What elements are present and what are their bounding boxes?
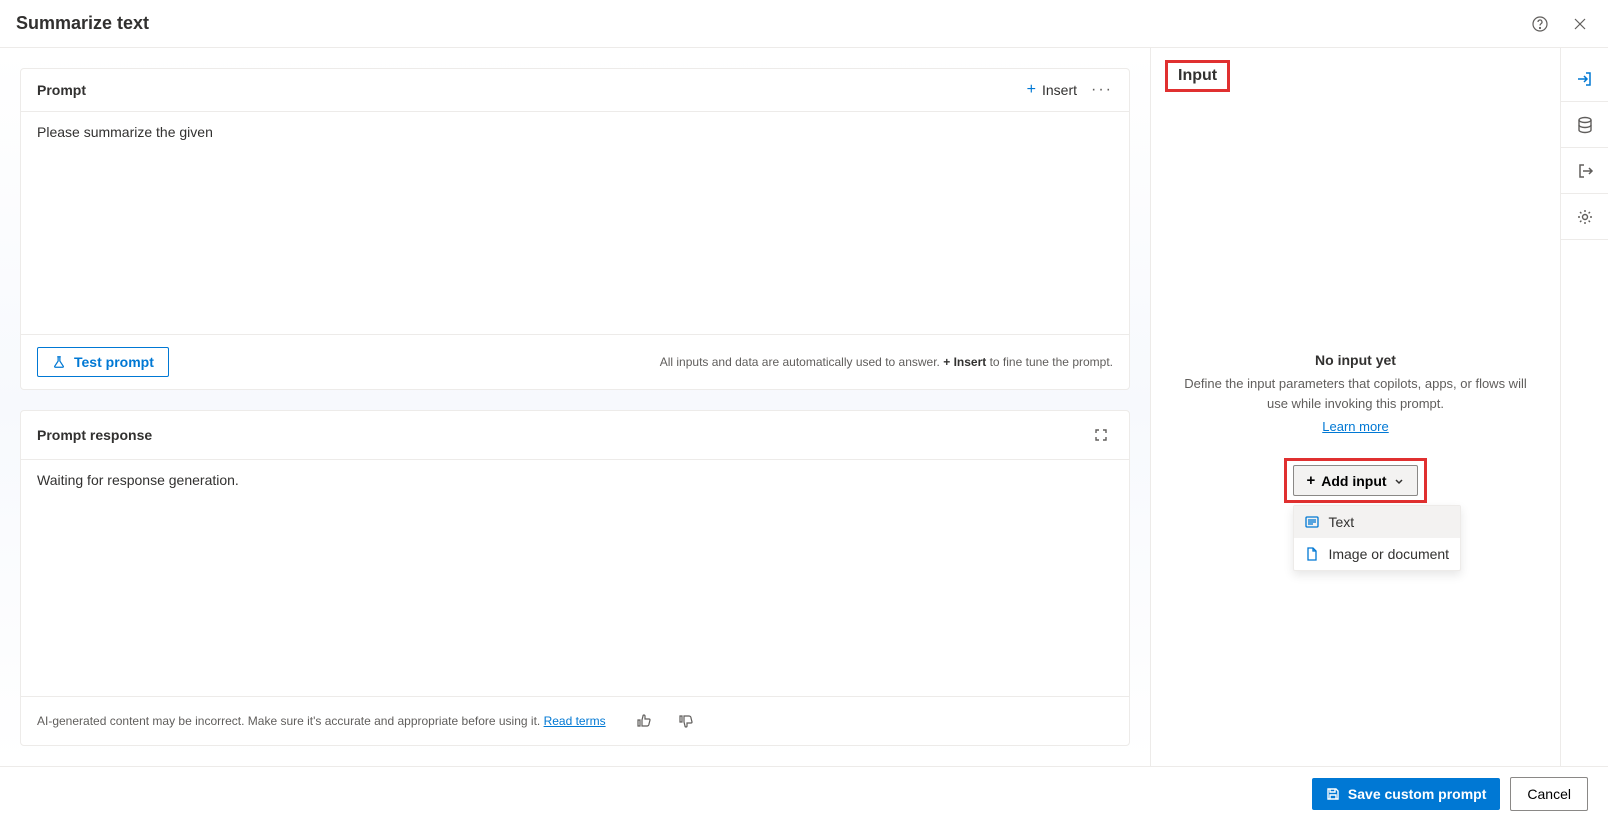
close-button[interactable]: [1568, 12, 1592, 36]
more-button[interactable]: ···: [1091, 81, 1113, 99]
help-icon: [1532, 16, 1548, 32]
prompt-card-header: Prompt + Insert ···: [21, 69, 1129, 112]
more-icon: ···: [1091, 81, 1113, 98]
thumbs-down-icon: [678, 713, 694, 729]
rail-output-button[interactable]: [1561, 148, 1608, 194]
bottom-bar: Save custom prompt Cancel: [0, 766, 1608, 820]
insert-label: Insert: [1042, 82, 1077, 98]
input-panel: Input No input yet Define the input para…: [1150, 48, 1560, 766]
prompt-body[interactable]: Please summarize the given: [21, 112, 1129, 334]
rail-settings-button[interactable]: [1561, 194, 1608, 240]
prompt-footer-hint: All inputs and data are automatically us…: [660, 355, 1113, 369]
expand-button[interactable]: [1089, 423, 1113, 447]
add-input-button[interactable]: + Add input: [1293, 465, 1417, 496]
dropdown-item-text[interactable]: Text: [1294, 506, 1460, 538]
save-button[interactable]: Save custom prompt: [1312, 778, 1500, 810]
insert-button[interactable]: + Insert: [1027, 82, 1077, 98]
text-icon: [1304, 514, 1320, 530]
read-terms-link[interactable]: Read terms: [544, 714, 606, 728]
expand-icon: [1093, 427, 1109, 443]
feedback-buttons: [632, 709, 698, 733]
dropdown-item-image-doc-label: Image or document: [1328, 546, 1449, 562]
save-icon: [1326, 787, 1340, 801]
gear-icon: [1576, 208, 1594, 226]
dropdown-item-text-label: Text: [1328, 514, 1354, 530]
top-bar-actions: [1528, 12, 1592, 36]
top-bar: Summarize text: [0, 0, 1608, 48]
prompt-text: Please summarize the given: [37, 124, 1113, 140]
chevron-down-icon: [1393, 475, 1405, 487]
response-body: Waiting for response generation.: [21, 460, 1129, 696]
response-card: Prompt response Waiting for response gen…: [20, 410, 1130, 746]
dropdown-item-image-doc[interactable]: Image or document: [1294, 538, 1460, 570]
add-input-label: Add input: [1321, 473, 1386, 489]
prompt-footer: Test prompt All inputs and data are auto…: [21, 334, 1129, 389]
side-rail: [1560, 48, 1608, 766]
no-input-block: No input yet Define the input parameters…: [1165, 352, 1546, 503]
database-icon: [1576, 116, 1594, 134]
test-prompt-button[interactable]: Test prompt: [37, 347, 169, 377]
help-button[interactable]: [1528, 12, 1552, 36]
plus-icon: +: [1027, 82, 1036, 98]
close-icon: [1572, 16, 1588, 32]
thumbs-down-button[interactable]: [674, 709, 698, 733]
plus-icon: +: [1306, 472, 1315, 489]
input-tab[interactable]: Input: [1165, 60, 1230, 92]
input-rail-icon: [1576, 70, 1594, 88]
response-footer: AI-generated content may be incorrect. M…: [21, 696, 1129, 745]
no-input-desc: Define the input parameters that copilot…: [1179, 374, 1532, 413]
save-label: Save custom prompt: [1348, 786, 1486, 802]
thumbs-up-button[interactable]: [632, 709, 656, 733]
document-icon: [1304, 546, 1320, 562]
test-prompt-label: Test prompt: [74, 354, 154, 370]
cancel-button[interactable]: Cancel: [1510, 777, 1588, 811]
output-icon: [1576, 162, 1594, 180]
thumbs-up-icon: [636, 713, 652, 729]
response-waiting: Waiting for response generation.: [37, 472, 239, 488]
page-title: Summarize text: [16, 13, 149, 34]
no-input-title: No input yet: [1315, 352, 1396, 368]
response-header-label: Prompt response: [37, 427, 152, 443]
main-area: Prompt + Insert ··· Please summarize the…: [0, 48, 1608, 766]
response-header: Prompt response: [21, 411, 1129, 460]
prompt-header-label: Prompt: [37, 82, 86, 98]
flask-icon: [52, 355, 66, 369]
add-input-dropdown: Text Image or document: [1293, 505, 1461, 571]
disclaimer-text: AI-generated content may be incorrect. M…: [37, 714, 606, 728]
add-input-wrap: + Add input Text Image: [1284, 458, 1426, 503]
prompt-card: Prompt + Insert ··· Please summarize the…: [20, 68, 1130, 390]
rail-input-button[interactable]: [1561, 56, 1608, 102]
learn-more-link[interactable]: Learn more: [1322, 419, 1388, 434]
left-column: Prompt + Insert ··· Please summarize the…: [0, 48, 1150, 766]
prompt-header-actions: + Insert ···: [1027, 81, 1113, 99]
rail-data-button[interactable]: [1561, 102, 1608, 148]
